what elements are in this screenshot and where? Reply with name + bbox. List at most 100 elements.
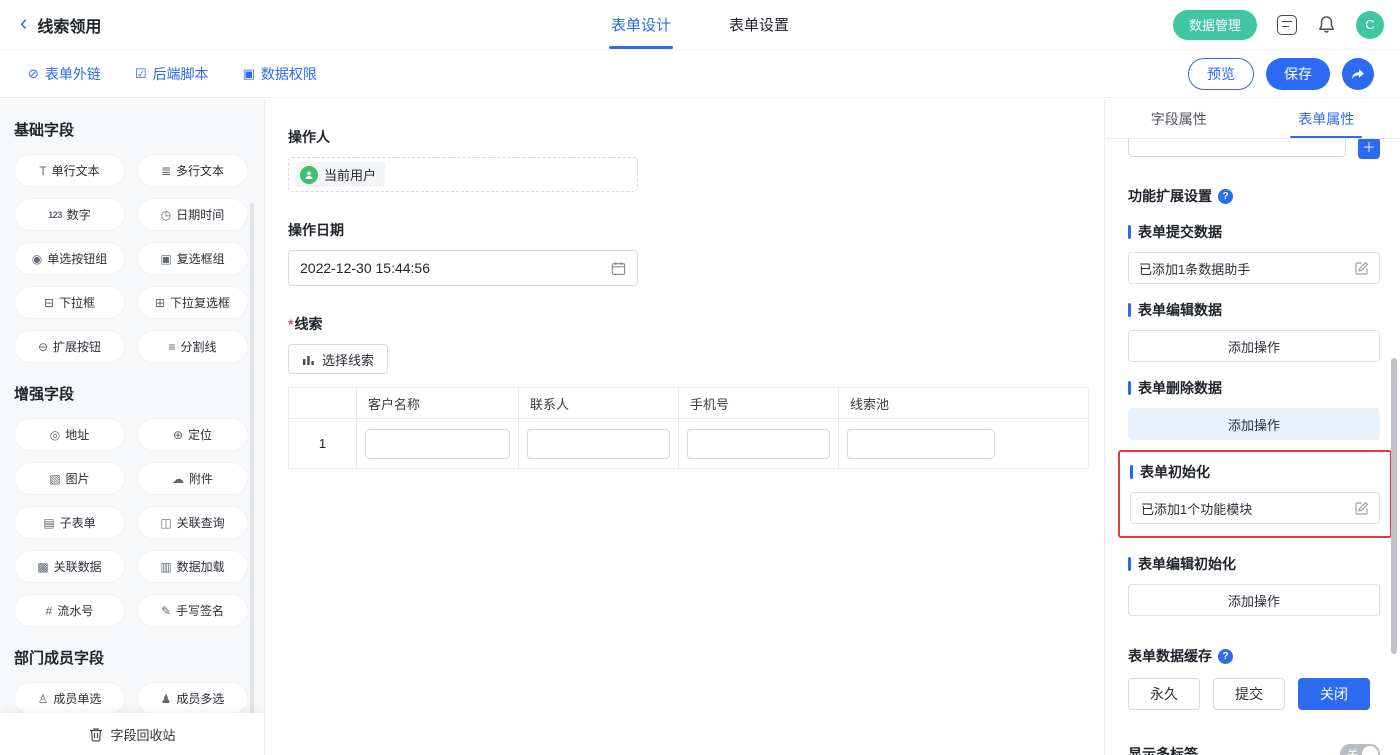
field-sidebar: 基础字段 T单行文本 ≣多行文本 123数字 ◷日期时间 ◉单选按钮组 ▣复选框…	[0, 99, 265, 755]
edit-data-title: 表单编辑数据	[1128, 300, 1380, 320]
script-icon: ☑	[135, 66, 147, 82]
tab-form-settings[interactable]: 表单设置	[729, 0, 789, 49]
table-cell-input[interactable]	[847, 429, 995, 459]
locate-icon: ⊕	[173, 428, 183, 442]
field-item[interactable]: ⊞下拉复选框	[137, 286, 248, 319]
toggle-knob	[1362, 746, 1378, 755]
multi-tab-toggle[interactable]: 关	[1340, 744, 1380, 755]
help-icon[interactable]: ?	[1218, 649, 1233, 664]
form-toolbar: ⊘ 表单外链 ☑ 后端脚本 ▣ 数据权限 预览 保存	[0, 50, 1400, 98]
submit-data-box[interactable]: 已添加1条数据助手	[1128, 252, 1380, 284]
avatar[interactable]: C	[1356, 11, 1384, 39]
section-bar	[1128, 381, 1131, 395]
add-button[interactable]: ＋	[1358, 139, 1380, 159]
table-cell-input[interactable]	[365, 429, 510, 459]
field-item[interactable]: ✎手写签名	[137, 594, 248, 627]
user-avatar-icon	[300, 166, 318, 184]
section-bar	[1128, 225, 1131, 239]
operator-field[interactable]: 当前用户	[288, 157, 638, 192]
field-item[interactable]: ▤子表单	[14, 506, 125, 539]
datetime-icon: ◷	[161, 208, 171, 222]
field-item[interactable]: ≡分割线	[137, 330, 248, 363]
field-item[interactable]: ⊟下拉框	[14, 286, 125, 319]
cache-option-submit[interactable]: 提交	[1213, 678, 1285, 710]
backend-script-link[interactable]: ☑ 后端脚本	[135, 64, 209, 84]
data-permission-link[interactable]: ▣ 数据权限	[243, 64, 317, 84]
row-index: 1	[289, 419, 357, 469]
calendar-icon[interactable]	[611, 261, 626, 276]
column-header: 线索池	[839, 388, 1089, 419]
field-item[interactable]: ≣多行文本	[137, 154, 248, 187]
multi-dropdown-icon: ⊞	[155, 296, 165, 310]
field-item[interactable]: ▩关联数据	[14, 550, 125, 583]
select-clue-button[interactable]: 选择线索	[288, 344, 388, 374]
attachment-icon: ☁	[172, 472, 184, 486]
save-button[interactable]: 保存	[1266, 58, 1330, 90]
field-item[interactable]: ▧图片	[14, 462, 125, 495]
table-cell-input[interactable]	[527, 429, 670, 459]
multi-line-text-icon: ≣	[161, 164, 171, 178]
field-item[interactable]: ⊖扩展按钮	[14, 330, 125, 363]
changelog-icon[interactable]	[1277, 15, 1297, 35]
section-title-member: 部门成员字段	[14, 647, 248, 668]
field-item[interactable]: ⊕定位	[137, 418, 248, 451]
cache-title: 表单数据缓存 ?	[1128, 646, 1380, 666]
help-icon[interactable]: ?	[1218, 189, 1233, 204]
edit-icon[interactable]	[1355, 501, 1369, 515]
delete-data-box[interactable]: 添加操作	[1128, 408, 1380, 440]
field-item[interactable]: #流水号	[14, 594, 125, 627]
field-recycle-bin[interactable]: 字段回收站	[0, 713, 265, 755]
cache-option-forever[interactable]: 永久	[1128, 678, 1200, 710]
tab-form-design[interactable]: 表单设计	[611, 0, 671, 49]
field-item[interactable]: ♟成员多选	[137, 682, 248, 715]
share-button[interactable]	[1342, 58, 1374, 90]
single-line-text-icon: T	[39, 164, 46, 178]
cache-option-close[interactable]: 关闭	[1298, 678, 1370, 710]
data-manage-button[interactable]: 数据管理	[1173, 10, 1257, 40]
tab-field-properties[interactable]: 字段属性	[1105, 99, 1253, 138]
divider-icon: ≡	[168, 340, 175, 354]
related-query-icon: ◫	[160, 516, 171, 530]
back-icon[interactable]: ‹	[20, 12, 27, 34]
section-title-enhanced: 增强字段	[14, 383, 248, 404]
data-load-icon: ▥	[160, 560, 171, 574]
table-cell-input[interactable]	[687, 429, 830, 459]
page-scrollbar-thumb[interactable]	[1391, 358, 1397, 654]
clue-label: *线索	[288, 314, 1104, 334]
preview-button[interactable]: 预览	[1188, 58, 1254, 90]
number-icon: 123	[48, 210, 62, 220]
form-external-link[interactable]: ⊘ 表单外链	[28, 64, 101, 84]
field-item[interactable]: ◉单选按钮组	[14, 242, 125, 275]
edit-data-box[interactable]: 添加操作	[1128, 330, 1380, 362]
tab-form-properties[interactable]: 表单属性	[1253, 99, 1400, 138]
field-item[interactable]: ◫关联查询	[137, 506, 248, 539]
field-item[interactable]: ☁附件	[137, 462, 248, 495]
field-item[interactable]: ▥数据加载	[137, 550, 248, 583]
signature-icon: ✎	[161, 604, 171, 618]
sidebar-scrollbar-thumb[interactable]	[250, 203, 254, 755]
current-user-tag[interactable]: 当前用户	[296, 162, 385, 187]
bell-icon[interactable]	[1317, 15, 1336, 34]
field-item[interactable]: 123数字	[14, 198, 125, 231]
topbar: ‹ 线索领用 表单设计 表单设置 数据管理 C	[0, 0, 1400, 50]
edit-init-title: 表单编辑初始化	[1128, 554, 1380, 574]
field-item[interactable]: ◎地址	[14, 418, 125, 451]
field-item[interactable]: ◷日期时间	[137, 198, 248, 231]
form-init-box[interactable]: 已添加1个功能模块	[1130, 492, 1380, 524]
field-item[interactable]: ♙成员单选	[14, 682, 125, 715]
date-input[interactable]: 2022-12-30 15:44:56	[288, 250, 638, 286]
field-item[interactable]: ▣复选框组	[137, 242, 248, 275]
table-header-row: 客户名称 联系人 手机号 线索池	[289, 388, 1089, 419]
serial-number-icon: #	[46, 604, 53, 618]
edit-init-box[interactable]: 添加操作	[1128, 584, 1380, 616]
member-single-icon: ♙	[38, 692, 49, 706]
edit-icon[interactable]	[1355, 261, 1369, 275]
link-icon: ⊘	[28, 66, 39, 82]
field-item[interactable]: T单行文本	[14, 154, 125, 187]
clipped-input[interactable]	[1128, 139, 1346, 157]
section-bar	[1128, 303, 1131, 317]
dropdown-icon: ⊟	[44, 296, 54, 310]
share-icon	[1350, 66, 1366, 82]
extend-button-icon: ⊖	[38, 340, 48, 354]
properties-panel: 字段属性 表单属性 ＋ 功能扩展设置 ? 表单提交数据 已添加1条数据助手 表单…	[1104, 99, 1400, 755]
